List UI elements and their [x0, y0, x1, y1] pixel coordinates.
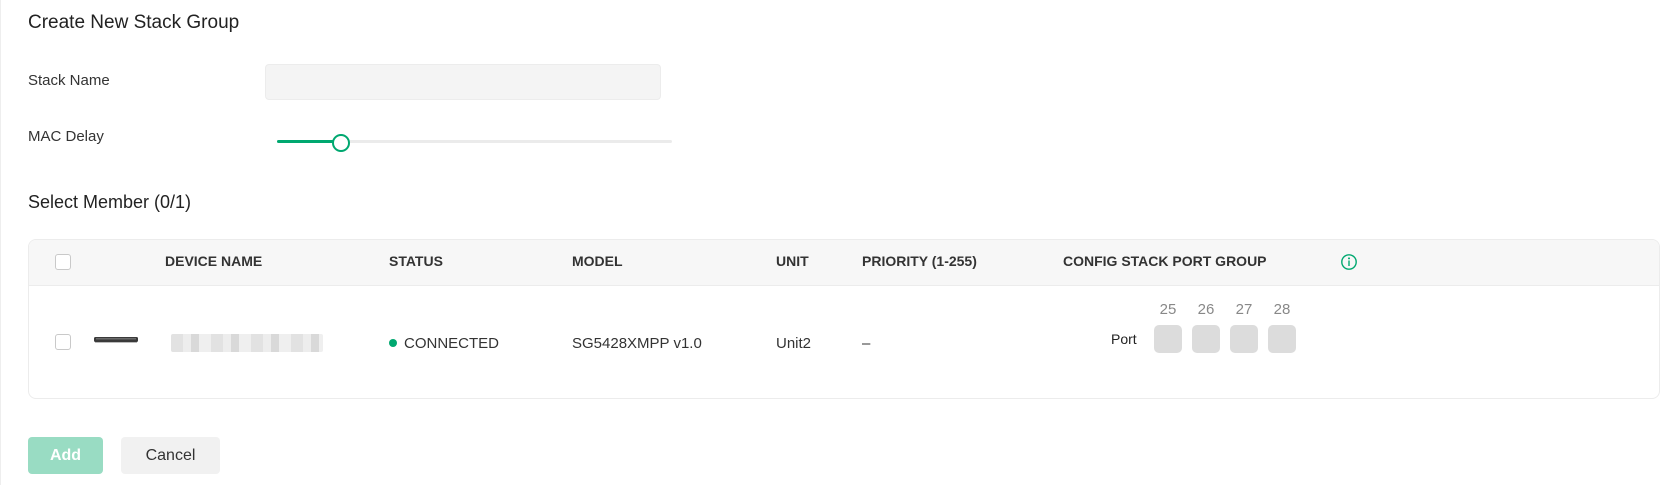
status-dot: [389, 339, 397, 347]
port-number: 27: [1235, 301, 1253, 318]
slider-handle[interactable]: [332, 134, 351, 152]
add-button[interactable]: Add: [28, 437, 103, 474]
column-model: MODEL: [572, 253, 623, 269]
switch-device-icon: [94, 337, 138, 343]
slider-fill: [277, 140, 341, 143]
stack-name-input[interactable]: [265, 64, 661, 100]
column-priority: PRIORITY (1-255): [862, 253, 977, 269]
row-checkbox[interactable]: [55, 334, 71, 350]
priority-cell: –: [862, 335, 871, 352]
page-title: Create New Stack Group: [28, 12, 240, 33]
table-header: DEVICE NAME STATUS MODEL UNIT PRIORITY (…: [29, 240, 1659, 286]
info-circle-icon[interactable]: [1340, 253, 1358, 271]
status-text: CONNECTED: [404, 335, 500, 352]
member-table: DEVICE NAME STATUS MODEL UNIT PRIORITY (…: [28, 239, 1660, 399]
column-device-name: DEVICE NAME: [165, 253, 263, 269]
column-unit: UNIT: [776, 253, 809, 269]
mac-delay-label: MAC Delay: [28, 128, 104, 145]
select-all-checkbox[interactable]: [55, 254, 71, 270]
cancel-button[interactable]: Cancel: [121, 437, 220, 474]
mac-delay-slider[interactable]: [277, 134, 672, 152]
table-row: CONNECTED SG5428XMPP v1.0 Unit2 – Port 2…: [29, 286, 1659, 398]
port-number: 26: [1197, 301, 1215, 318]
port-number: 25: [1159, 301, 1177, 318]
stack-name-label: Stack Name: [28, 72, 110, 89]
unit-cell: Unit2: [776, 335, 812, 352]
select-member-title: Select Member (0/1): [28, 192, 192, 212]
column-status: STATUS: [389, 253, 443, 269]
port-toggle-26[interactable]: [1192, 325, 1220, 353]
port-toggle-25[interactable]: [1154, 325, 1182, 353]
port-toggle-27[interactable]: [1230, 325, 1258, 353]
create-stack-group-page: Create New Stack Group Stack Name MAC De…: [0, 0, 1677, 485]
left-border: [0, 0, 1, 485]
port-label: Port: [1111, 331, 1137, 347]
port-number: 28: [1273, 301, 1291, 318]
model-cell: SG5428XMPP v1.0: [572, 335, 702, 352]
port-toggle-28[interactable]: [1268, 325, 1296, 353]
column-config-stack-port-group: CONFIG STACK PORT GROUP: [1063, 253, 1267, 269]
device-name-blurred: [171, 334, 323, 352]
status-cell: CONNECTED: [389, 335, 499, 352]
